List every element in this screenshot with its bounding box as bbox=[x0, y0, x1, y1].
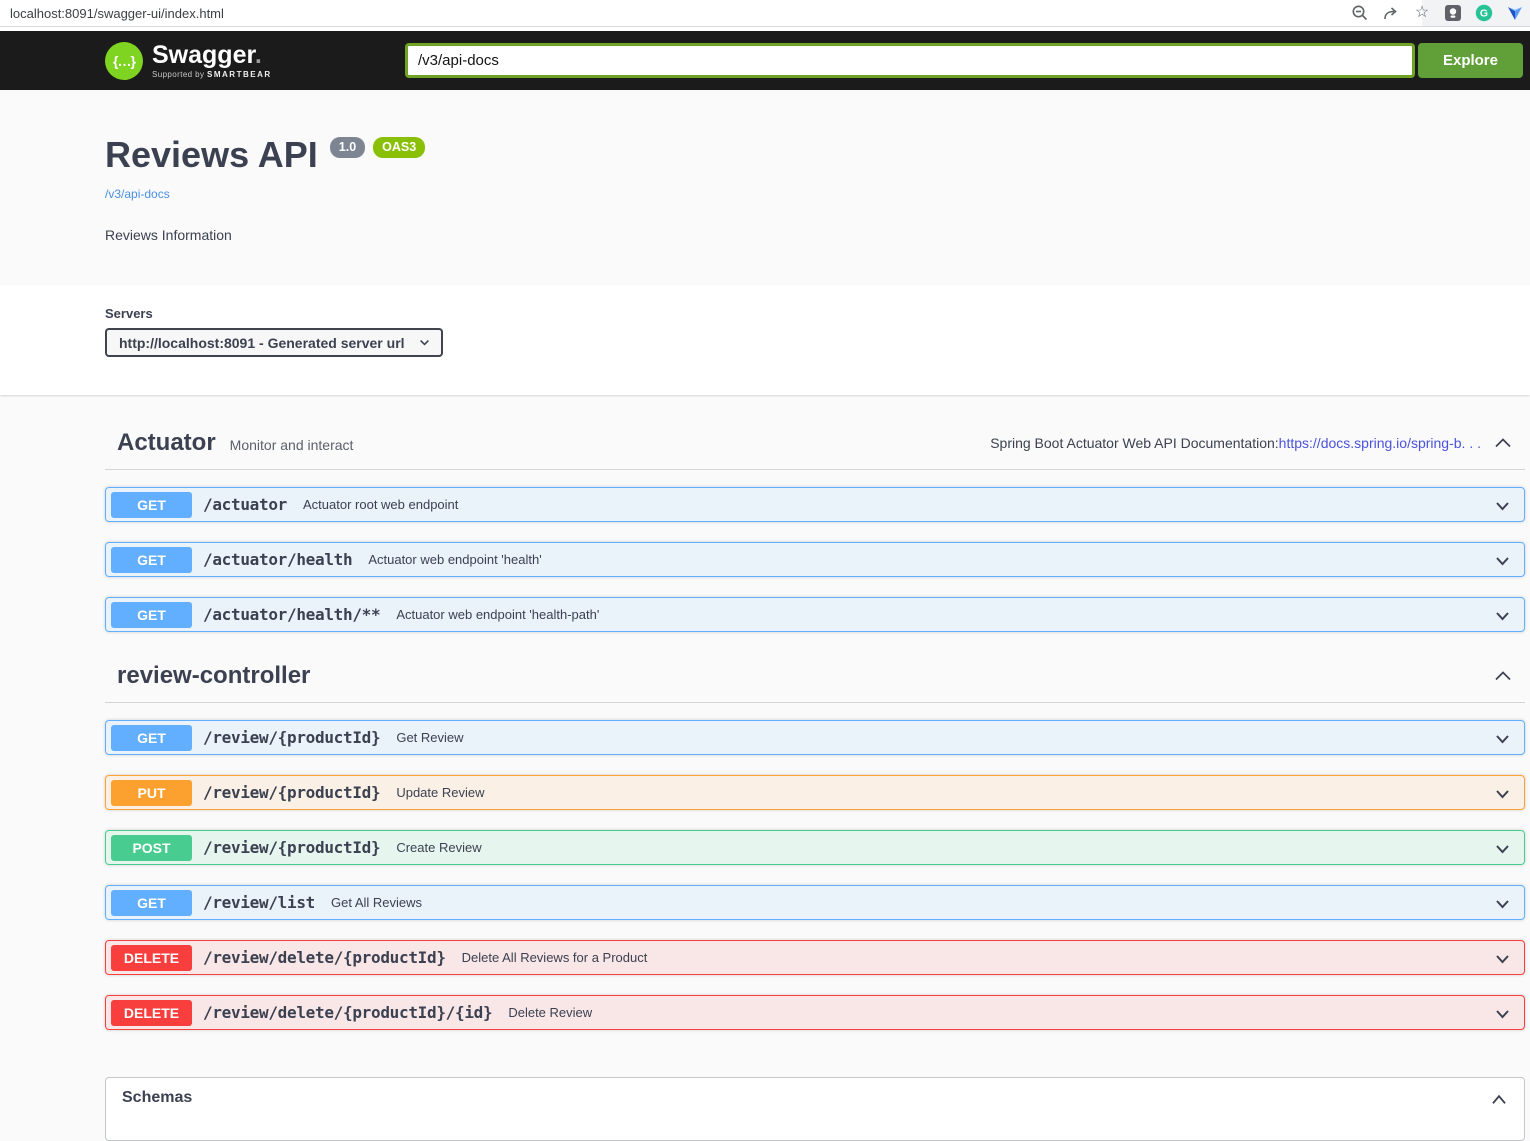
api-description: Reviews Information bbox=[105, 227, 1530, 243]
servers-select[interactable]: http://localhost:8091 - Generated server… bbox=[105, 328, 443, 357]
grammarly-icon[interactable]: G bbox=[1475, 4, 1493, 22]
endpoint-path: /actuator/health/** bbox=[203, 605, 380, 624]
endpoint-summary: Actuator web endpoint 'health-path' bbox=[396, 607, 599, 622]
schemas-title: Schemas bbox=[122, 1089, 192, 1107]
extension-bulb-icon[interactable] bbox=[1444, 4, 1462, 22]
expand-endpoint-icon[interactable] bbox=[1492, 729, 1513, 749]
expand-endpoint-icon[interactable] bbox=[1492, 894, 1513, 914]
api-operations: Actuator Monitor and interact Spring Boo… bbox=[0, 419, 1530, 1141]
endpoint-path: /review/delete/{productId} bbox=[203, 948, 446, 967]
endpoint-summary: Update Review bbox=[396, 785, 484, 800]
expand-endpoint-icon[interactable] bbox=[1492, 606, 1513, 626]
endpoint-row[interactable]: DELETE /review/delete/{productId}/{id} D… bbox=[105, 995, 1525, 1030]
spec-link[interactable]: /v3/api-docs bbox=[105, 187, 170, 201]
endpoint-row[interactable]: GET /review/list Get All Reviews bbox=[105, 885, 1525, 920]
method-badge: GET bbox=[111, 492, 192, 518]
share-icon[interactable] bbox=[1382, 4, 1400, 22]
tag-title: review-controller bbox=[117, 662, 310, 690]
endpoint-summary: Actuator root web endpoint bbox=[303, 497, 458, 512]
endpoint-summary: Create Review bbox=[396, 840, 481, 855]
api-info-section: Reviews API 1.0 OAS3 /v3/api-docs Review… bbox=[0, 90, 1530, 285]
schemas-section-header[interactable]: Schemas bbox=[105, 1077, 1525, 1141]
swagger-topbar: {…} Swagger. Supported by SMARTBEAR Expl… bbox=[0, 31, 1530, 90]
endpoint-path: /actuator bbox=[203, 495, 287, 514]
endpoint-row[interactable]: GET /actuator/health Actuator web endpoi… bbox=[105, 542, 1525, 577]
method-badge: GET bbox=[111, 890, 192, 916]
browser-url[interactable]: localhost:8091/swagger-ui/index.html bbox=[10, 6, 224, 21]
endpoint-summary: Get Review bbox=[396, 730, 463, 745]
svg-text:G: G bbox=[1480, 8, 1488, 20]
servers-label: Servers bbox=[105, 306, 1530, 321]
tag-doc-text: Spring Boot Actuator Web API Documentati… bbox=[990, 435, 1278, 451]
endpoint-path: /review/{productId} bbox=[203, 838, 380, 857]
page-title: Reviews API 1.0 OAS3 bbox=[105, 134, 1530, 176]
version-badge: 1.0 bbox=[330, 137, 365, 158]
endpoint-path: /review/{productId} bbox=[203, 728, 380, 747]
endpoint-row[interactable]: PUT /review/{productId} Update Review bbox=[105, 775, 1525, 810]
method-badge: PUT bbox=[111, 780, 192, 806]
expand-endpoint-icon[interactable] bbox=[1492, 551, 1513, 571]
expand-endpoint-icon[interactable] bbox=[1492, 784, 1513, 804]
expand-endpoint-icon[interactable] bbox=[1492, 949, 1513, 969]
browser-address-bar[interactable]: localhost:8091/swagger-ui/index.html ☆ G bbox=[0, 0, 1530, 27]
servers-selected-option: http://localhost:8091 - Generated server… bbox=[119, 335, 405, 351]
expand-endpoint-icon[interactable] bbox=[1492, 496, 1513, 516]
endpoint-path: /review/{productId} bbox=[203, 783, 380, 802]
bookmark-star-icon[interactable]: ☆ bbox=[1413, 4, 1431, 22]
spec-url-input[interactable] bbox=[405, 43, 1415, 78]
collapse-section-icon[interactable] bbox=[1491, 665, 1515, 687]
explore-button[interactable]: Explore bbox=[1418, 43, 1523, 78]
method-badge: GET bbox=[111, 725, 192, 751]
method-badge: POST bbox=[111, 835, 192, 861]
endpoint-summary: Get All Reviews bbox=[331, 895, 422, 910]
swagger-logo-icon: {…} bbox=[105, 42, 143, 80]
expand-endpoint-icon[interactable] bbox=[1492, 839, 1513, 859]
oas3-badge: OAS3 bbox=[373, 137, 425, 158]
smartbear-tagline: Supported by SMARTBEAR bbox=[152, 70, 272, 79]
collapse-schemas-icon[interactable] bbox=[1488, 1089, 1510, 1111]
endpoint-path: /review/list bbox=[203, 893, 315, 912]
tag-section-header[interactable]: review-controller bbox=[105, 652, 1525, 703]
method-badge: DELETE bbox=[111, 1000, 192, 1026]
method-badge: GET bbox=[111, 547, 192, 573]
method-badge: GET bbox=[111, 602, 192, 628]
endpoint-summary: Delete Review bbox=[508, 1005, 592, 1020]
tag-section-header[interactable]: Actuator Monitor and interact Spring Boo… bbox=[105, 419, 1525, 470]
api-tag-section: review-controller GET /review/{productId… bbox=[105, 652, 1525, 1030]
swagger-wordmark: Swagger. bbox=[152, 43, 272, 68]
endpoint-row[interactable]: DELETE /review/delete/{productId} Delete… bbox=[105, 940, 1525, 975]
collapse-section-icon[interactable] bbox=[1491, 432, 1515, 454]
scheme-container: Servers http://localhost:8091 - Generate… bbox=[0, 285, 1530, 395]
endpoint-summary: Actuator web endpoint 'health' bbox=[368, 552, 541, 567]
endpoint-row[interactable]: GET /review/{productId} Get Review bbox=[105, 720, 1525, 755]
tag-subtitle: Monitor and interact bbox=[230, 437, 354, 453]
method-badge: DELETE bbox=[111, 945, 192, 971]
v-extension-icon[interactable] bbox=[1506, 4, 1524, 22]
endpoint-row[interactable]: POST /review/{productId} Create Review bbox=[105, 830, 1525, 865]
endpoint-row[interactable]: GET /actuator/health/** Actuator web end… bbox=[105, 597, 1525, 632]
expand-endpoint-icon[interactable] bbox=[1492, 1004, 1513, 1024]
tag-title: Actuator bbox=[117, 429, 216, 457]
zoom-out-icon[interactable] bbox=[1351, 4, 1369, 22]
endpoint-summary: Delete All Reviews for a Product bbox=[462, 950, 648, 965]
api-tag-section: Actuator Monitor and interact Spring Boo… bbox=[105, 419, 1525, 632]
endpoint-path: /actuator/health bbox=[203, 550, 352, 569]
swagger-logo[interactable]: {…} Swagger. Supported by SMARTBEAR bbox=[105, 42, 405, 80]
endpoint-path: /review/delete/{productId}/{id} bbox=[203, 1003, 492, 1022]
tag-doc-link[interactable]: https://docs.spring.io/spring-b. . . bbox=[1279, 435, 1481, 451]
endpoint-row[interactable]: GET /actuator Actuator root web endpoint bbox=[105, 487, 1525, 522]
chevron-down-icon bbox=[418, 336, 431, 349]
